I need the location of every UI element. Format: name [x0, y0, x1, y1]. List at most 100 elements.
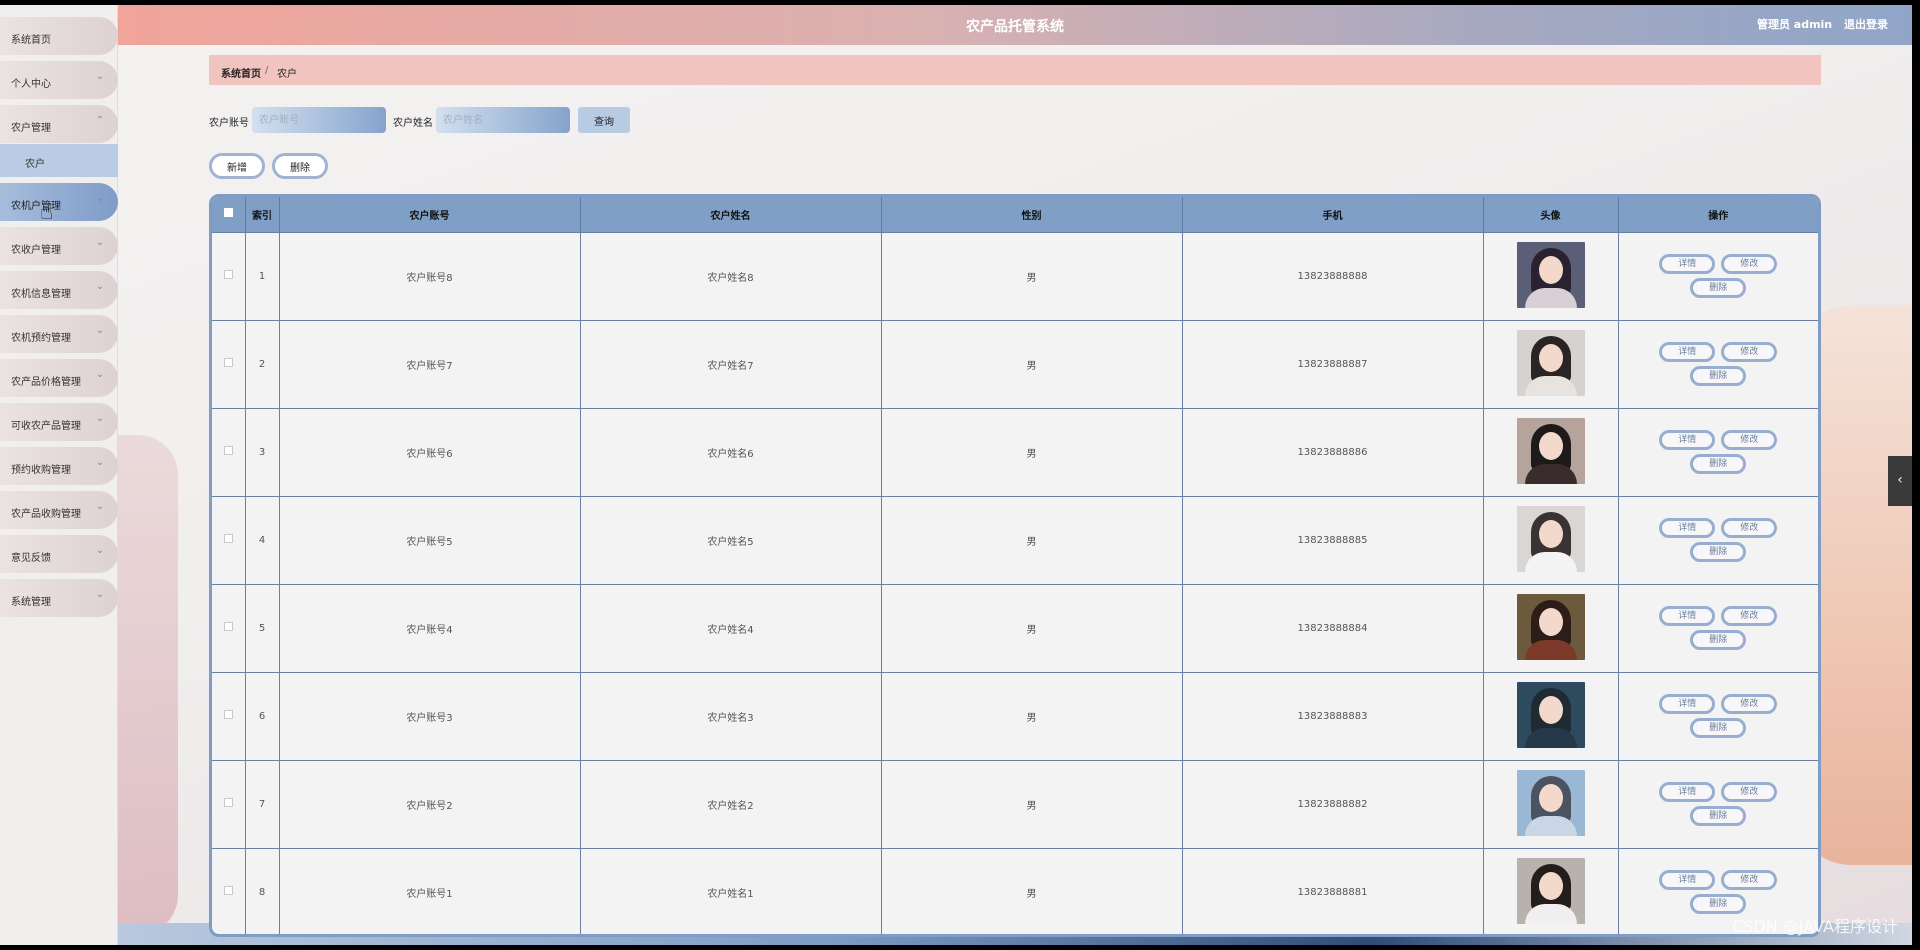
chevron-down-icon: ⌄ — [95, 237, 104, 248]
sidebar-item[interactable]: 农机户管理 ⌄ — [0, 183, 118, 221]
sidebar-item[interactable]: 系统管理 ⌄ — [0, 579, 118, 617]
chevron-down-icon: ⌄ — [95, 325, 104, 336]
row-select-cell[interactable] — [212, 320, 246, 408]
edit-button[interactable]: 修改 — [1721, 430, 1778, 450]
gender-cell: 男 — [881, 848, 1183, 934]
avatar-cell — [1483, 408, 1619, 496]
avatar-image — [1516, 241, 1585, 308]
select-all-header[interactable] — [212, 197, 246, 232]
detail-button[interactable]: 详情 — [1659, 606, 1716, 626]
detail-button[interactable]: 详情 — [1659, 342, 1716, 362]
add-button[interactable]: 新增 — [209, 153, 265, 179]
account-search-input[interactable] — [252, 107, 386, 133]
row-checkbox[interactable] — [223, 446, 233, 455]
select-all-checkbox[interactable] — [223, 208, 233, 218]
row-select-cell[interactable] — [212, 760, 246, 848]
row-checkbox[interactable] — [223, 534, 233, 543]
sidebar-item[interactable]: 可收农产品管理 ⌄ — [0, 403, 118, 441]
account-cell: 农户账号4 — [279, 584, 581, 672]
index-cell: 5 — [245, 584, 280, 672]
edit-button[interactable]: 修改 — [1721, 606, 1778, 626]
delete-button[interactable]: 删除 — [1690, 366, 1747, 386]
breadcrumb-separator: / — [265, 65, 269, 76]
breadcrumb: 系统首页 / 农户 — [209, 55, 1821, 85]
row-checkbox[interactable] — [223, 798, 233, 807]
actions-cell: 详情 修改删除 — [1618, 232, 1818, 320]
avatar-cell — [1483, 760, 1619, 848]
sidebar-item[interactable]: 意见反馈 ⌄ — [0, 535, 118, 573]
detail-button[interactable]: 详情 — [1659, 782, 1716, 802]
delete-button[interactable]: 删除 — [1690, 894, 1747, 915]
sidebar-item-label: 农产品价格管理 — [11, 377, 81, 388]
top-header: 农产品托管系统 管理员 admin 退出登录 — [118, 5, 1912, 45]
collapse-panel-tab[interactable]: ‹ — [1888, 456, 1912, 506]
detail-button[interactable]: 详情 — [1659, 870, 1716, 891]
delete-button[interactable]: 删除 — [1690, 454, 1747, 474]
detail-button[interactable]: 详情 — [1659, 430, 1716, 450]
gender-cell: 男 — [881, 320, 1183, 408]
avatar-part — [1538, 871, 1563, 900]
edit-button[interactable]: 修改 — [1721, 782, 1778, 802]
sidebar-item[interactable]: 农机预约管理 ⌄ — [0, 315, 118, 353]
delete-button[interactable]: 删除 — [1690, 630, 1747, 650]
row-checkbox[interactable] — [223, 710, 233, 719]
index-cell: 4 — [245, 496, 280, 584]
actions-cell: 详情 修改删除 — [1618, 408, 1818, 496]
logout-link[interactable]: 退出登录 — [1844, 18, 1888, 31]
sidebar-item[interactable]: 预约收购管理 ⌄ — [0, 447, 118, 485]
sidebar-item[interactable]: 个人中心 ⌄ — [0, 61, 118, 99]
sidebar-subitem-label: 农户 — [25, 159, 45, 170]
delete-button[interactable]: 删除 — [1690, 718, 1747, 738]
sidebar-item[interactable]: 农产品收购管理 ⌄ — [0, 491, 118, 529]
detail-button[interactable]: 详情 — [1659, 518, 1716, 538]
row-select-cell[interactable] — [212, 408, 246, 496]
sidebar-item[interactable]: 系统首页 — [0, 17, 118, 55]
phone-cell: 13823888887 — [1182, 320, 1484, 408]
row-select-cell[interactable] — [212, 672, 246, 760]
sidebar-item-label: 意见反馈 — [11, 553, 51, 564]
sidebar-item-label: 系统首页 — [11, 35, 51, 46]
row-actions: 详情 修改删除 — [1656, 428, 1780, 476]
breadcrumb-home[interactable]: 系统首页 — [221, 65, 261, 80]
sidebar-item[interactable]: 农机信息管理 ⌄ — [0, 271, 118, 309]
sidebar-item-label: 农机信息管理 — [11, 289, 71, 300]
edit-button[interactable]: 修改 — [1721, 870, 1778, 891]
row-checkbox[interactable] — [223, 622, 233, 631]
row-checkbox[interactable] — [223, 270, 233, 279]
sidebar-item-label: 农产品收购管理 — [11, 509, 81, 520]
avatar-cell — [1483, 320, 1619, 408]
screen-frame: 农产品托管系统 管理员 admin 退出登录 系统首页 个人中心 ⌄ 农户管理 ⌃ 农机户… — [0, 0, 1920, 950]
row-select-cell[interactable] — [212, 232, 246, 320]
delete-button[interactable]: 删除 — [1690, 806, 1747, 826]
phone-cell: 13823888883 — [1182, 672, 1484, 760]
chevron-left-icon: ‹ — [1897, 472, 1903, 488]
sidebar-item[interactable]: 农产品价格管理 ⌄ — [0, 359, 118, 397]
table-row: 2 农户账号7 农户姓名7 男 13823888887 详情 修改删除 — [212, 320, 1818, 408]
delete-button[interactable]: 删除 — [1690, 542, 1747, 562]
column-header: 操作 — [1708, 210, 1729, 222]
edit-button[interactable]: 修改 — [1721, 518, 1778, 538]
sidebar-item[interactable]: 农户管理 ⌃ — [0, 105, 118, 143]
avatar-part — [1538, 695, 1563, 724]
row-checkbox[interactable] — [223, 358, 233, 367]
row-select-cell[interactable] — [212, 496, 246, 584]
chevron-down-icon: ⌄ — [95, 71, 104, 82]
gender-cell: 男 — [881, 672, 1183, 760]
row-select-cell[interactable] — [212, 848, 246, 934]
detail-button[interactable]: 详情 — [1659, 694, 1716, 714]
detail-button[interactable]: 详情 — [1659, 254, 1716, 274]
query-button[interactable]: 查询 — [578, 107, 630, 133]
delete-button[interactable]: 删除 — [1690, 278, 1747, 298]
gender-cell: 男 — [881, 760, 1183, 848]
edit-button[interactable]: 修改 — [1721, 694, 1778, 714]
row-select-cell[interactable] — [212, 584, 246, 672]
batch-delete-button[interactable]: 删除 — [272, 153, 328, 179]
breadcrumb-current: 农户 — [277, 69, 297, 80]
sidebar-subitem-farmer[interactable]: 农户 — [0, 144, 118, 177]
avatar-part — [1538, 431, 1563, 460]
edit-button[interactable]: 修改 — [1721, 254, 1778, 274]
name-search-input[interactable] — [436, 107, 570, 133]
edit-button[interactable]: 修改 — [1721, 342, 1778, 362]
row-checkbox[interactable] — [223, 886, 233, 896]
sidebar-item[interactable]: 农收户管理 ⌄ — [0, 227, 118, 265]
